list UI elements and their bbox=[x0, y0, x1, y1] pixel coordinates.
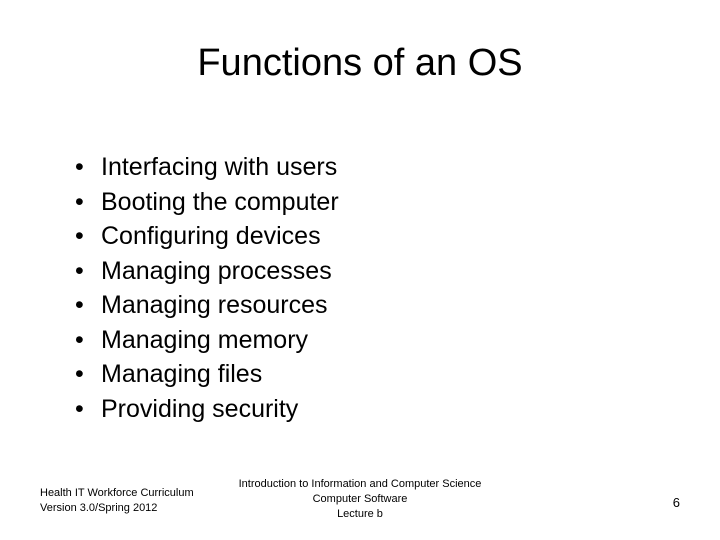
bullet-icon: • bbox=[75, 357, 101, 392]
page-number: 6 bbox=[673, 494, 680, 512]
bullet-icon: • bbox=[75, 219, 101, 254]
slide: Functions of an OS • Interfacing with us… bbox=[0, 0, 720, 540]
footer-center-line3: Lecture b bbox=[0, 507, 720, 522]
bullet-text: Booting the computer bbox=[101, 185, 339, 220]
bullet-text: Managing resources bbox=[101, 288, 328, 323]
list-item: • Providing security bbox=[75, 392, 339, 427]
list-item: • Configuring devices bbox=[75, 219, 339, 254]
bullet-text: Managing memory bbox=[101, 323, 308, 358]
bullet-icon: • bbox=[75, 254, 101, 289]
bullet-icon: • bbox=[75, 392, 101, 427]
bullet-text: Configuring devices bbox=[101, 219, 321, 254]
footer-center-line2: Computer Software bbox=[0, 492, 720, 507]
footer-center-line1: Introduction to Information and Computer… bbox=[0, 477, 720, 492]
slide-title: Functions of an OS bbox=[0, 42, 720, 85]
bullet-icon: • bbox=[75, 185, 101, 220]
list-item: • Managing memory bbox=[75, 323, 339, 358]
list-item: • Interfacing with users bbox=[75, 150, 339, 185]
list-item: • Managing processes bbox=[75, 254, 339, 289]
bullet-text: Managing processes bbox=[101, 254, 332, 289]
bullet-list: • Interfacing with users • Booting the c… bbox=[75, 150, 339, 426]
list-item: • Managing files bbox=[75, 357, 339, 392]
bullet-icon: • bbox=[75, 323, 101, 358]
bullet-text: Interfacing with users bbox=[101, 150, 337, 185]
footer-center: Introduction to Information and Computer… bbox=[0, 477, 720, 522]
bullet-icon: • bbox=[75, 288, 101, 323]
bullet-text: Providing security bbox=[101, 392, 298, 427]
list-item: • Managing resources bbox=[75, 288, 339, 323]
bullet-icon: • bbox=[75, 150, 101, 185]
bullet-text: Managing files bbox=[101, 357, 262, 392]
list-item: • Booting the computer bbox=[75, 185, 339, 220]
